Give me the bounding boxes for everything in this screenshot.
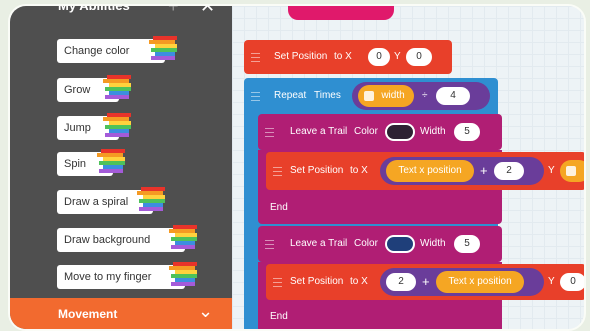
end-row: End xyxy=(258,302,502,329)
drag-handle-icon[interactable] xyxy=(273,278,282,287)
width-input[interactable]: 5 xyxy=(454,235,480,253)
set-position-block[interactable]: Set Position to X 0 Y 0 xyxy=(244,40,452,74)
ability-move-to-finger[interactable]: Move to my finger xyxy=(57,262,197,289)
close-icon[interactable]: ✕ xyxy=(200,6,215,17)
color-label: Color xyxy=(354,238,378,249)
sidebar-title: My Abilities xyxy=(58,4,130,13)
category-label: Movement xyxy=(58,307,118,321)
y-value-input[interactable]: 0 xyxy=(406,48,432,66)
width-label: Width xyxy=(420,126,446,137)
ability-label: Change color xyxy=(64,45,130,57)
drag-handle-icon[interactable] xyxy=(265,128,274,137)
ability-label: Grow xyxy=(64,84,91,96)
y-label: Y xyxy=(548,165,555,176)
y-variable-slot[interactable] xyxy=(560,160,584,182)
width-input[interactable]: 5 xyxy=(454,123,480,141)
abilities-sidebar: My Abilities + ✕ Change color Grow Jump … xyxy=(10,6,232,329)
set-position-block[interactable]: Set Position to X 2 + Text x position Y … xyxy=(266,264,584,300)
end-label: End xyxy=(270,202,288,213)
rainbow-icon xyxy=(103,75,131,103)
block-label: Leave a Trail xyxy=(290,238,348,249)
color-swatch[interactable] xyxy=(385,235,415,253)
end-label: End xyxy=(270,311,288,322)
ability-draw-background[interactable]: Draw background xyxy=(57,225,197,252)
add-ability-icon[interactable]: + xyxy=(168,6,179,17)
app-frame: My Abilities + ✕ Change color Grow Jump … xyxy=(8,4,586,331)
block-label: Leave a Trail xyxy=(290,126,348,137)
addend-input[interactable]: 2 xyxy=(494,162,524,180)
script-canvas[interactable]: Set Position to X 0 Y 0 Repeat Times wid… xyxy=(232,6,584,329)
color-swatch[interactable] xyxy=(385,123,415,141)
to-x-label: to X xyxy=(350,276,368,287)
x-value-input[interactable]: 0 xyxy=(368,48,390,66)
to-x-label: to X xyxy=(334,51,352,62)
rule-header-block[interactable] xyxy=(288,6,394,20)
block-label: Set Position xyxy=(290,165,344,176)
variable-icon xyxy=(364,91,374,101)
divisor-input[interactable]: 4 xyxy=(436,87,470,105)
category-movement-bar[interactable]: Movement ⌄ xyxy=(10,298,232,329)
augend-input[interactable]: 2 xyxy=(386,273,416,291)
y-label: Y xyxy=(548,276,555,287)
rainbow-icon xyxy=(97,149,125,177)
drag-handle-icon[interactable] xyxy=(251,92,260,101)
leave-trail-block[interactable]: Leave a Trail Color Width 5 xyxy=(258,114,502,150)
ability-draw-spiral[interactable]: Draw a spiral xyxy=(57,187,165,214)
variable-text-x-position[interactable]: Text x position xyxy=(436,271,524,293)
ability-label: Jump xyxy=(64,122,91,134)
color-label: Color xyxy=(354,126,378,137)
block-label: Set Position xyxy=(290,276,344,287)
ability-label: Move to my finger xyxy=(64,271,152,283)
ability-jump[interactable]: Jump xyxy=(57,113,131,140)
plus-operator: + xyxy=(422,274,430,289)
y-label: Y xyxy=(394,51,401,62)
rainbow-icon xyxy=(149,36,177,64)
drag-handle-icon[interactable] xyxy=(273,167,282,176)
variable-text-x-position[interactable]: Text x position xyxy=(386,160,474,182)
variable-icon xyxy=(566,166,576,176)
rainbow-icon xyxy=(103,113,131,141)
variable-width[interactable]: width xyxy=(358,85,414,107)
times-label: Times xyxy=(314,90,341,101)
width-label: Width xyxy=(420,238,446,249)
drag-handle-icon[interactable] xyxy=(265,240,274,249)
ability-grow[interactable]: Grow xyxy=(57,75,131,102)
plus-operator: + xyxy=(480,163,488,178)
set-position-block[interactable]: Set Position to X Text x position + 2 Y xyxy=(266,152,584,190)
ability-label: Draw background xyxy=(64,234,151,246)
drag-handle-icon[interactable] xyxy=(251,53,260,62)
chevron-down-icon[interactable]: ⌄ xyxy=(198,301,213,322)
block-label: Set Position xyxy=(274,51,328,62)
ability-label: Draw a spiral xyxy=(64,196,129,208)
ability-spin[interactable]: Spin xyxy=(57,149,125,176)
block-label: Repeat xyxy=(274,90,307,101)
rainbow-icon xyxy=(169,262,197,290)
rainbow-icon xyxy=(137,187,165,215)
divide-operator: ÷ xyxy=(422,90,428,101)
leave-trail-block[interactable]: Leave a Trail Color Width 5 xyxy=(258,226,502,262)
ability-change-color[interactable]: Change color xyxy=(57,36,177,63)
end-row: End xyxy=(258,192,502,224)
to-x-label: to X xyxy=(350,165,368,176)
rainbow-icon xyxy=(169,225,197,253)
y-value-input[interactable]: 0 xyxy=(560,273,584,291)
ability-label: Spin xyxy=(64,158,87,170)
